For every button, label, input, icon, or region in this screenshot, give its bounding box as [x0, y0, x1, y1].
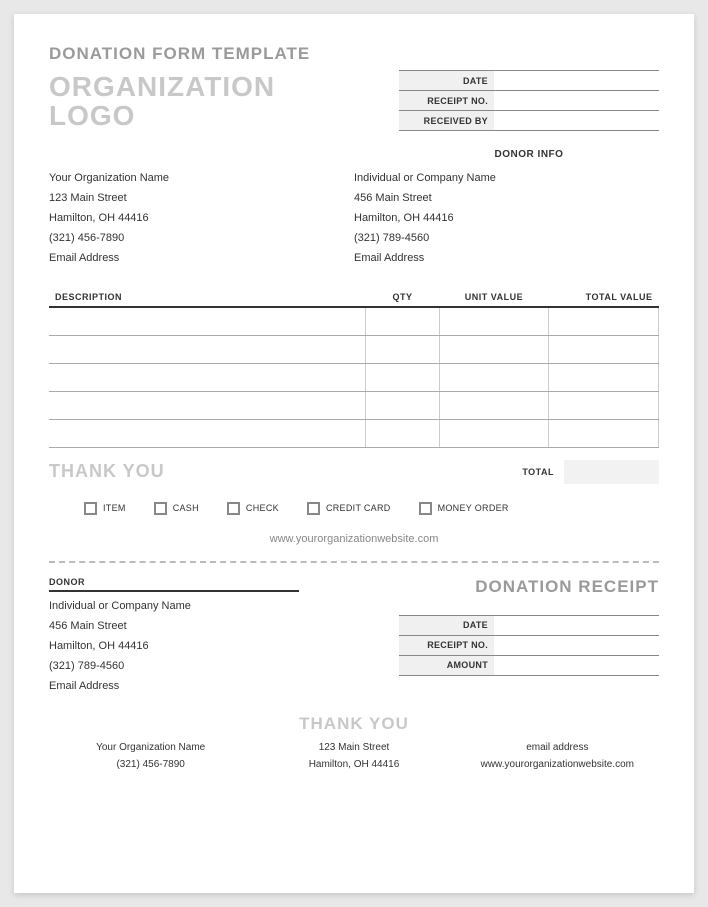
logo-line1: ORGANIZATION — [49, 71, 275, 102]
footer-org-name: Your Organization Name — [49, 742, 252, 753]
payment-option-money-order[interactable]: MONEY ORDER — [419, 502, 509, 515]
donation-form-page: DONATION FORM TEMPLATE ORGANIZATION LOGO… — [14, 14, 694, 893]
org-email: Email Address — [49, 252, 354, 264]
payment-option-credit-card[interactable]: CREDIT CARD — [307, 502, 391, 515]
receipt-donor-city: Hamilton, OH 44416 — [49, 640, 399, 652]
donor-email: Email Address — [354, 252, 659, 264]
total-value-box[interactable] — [564, 460, 659, 484]
donor-phone: (321) 789-4560 — [354, 232, 659, 244]
org-phone: (321) 456-7890 — [49, 232, 354, 244]
receipt-meta-table: DATE RECEIPT NO. AMOUNT — [399, 615, 659, 676]
footer-col-org: Your Organization Name (321) 456-7890 — [49, 742, 252, 776]
received-by-field[interactable] — [494, 111, 659, 131]
payment-option-cash[interactable]: CASH — [154, 502, 199, 515]
donor-street: 456 Main Street — [354, 192, 659, 204]
receipt-amount-label: AMOUNT — [399, 655, 494, 675]
col-unit-value: UNIT VALUE — [439, 288, 549, 307]
donor-city: Hamilton, OH 44416 — [354, 212, 659, 224]
date-label: DATE — [399, 71, 494, 91]
table-row[interactable] — [49, 391, 659, 419]
footer-city: Hamilton, OH 44416 — [252, 759, 455, 770]
address-columns: Your Organization Name 123 Main Street H… — [49, 172, 659, 272]
col-total-value: TOTAL VALUE — [549, 288, 659, 307]
donor-section-label: DONOR — [49, 577, 299, 592]
payment-options: ITEM CASH CHECK CREDIT CARD MONEY ORDER — [84, 502, 659, 515]
footer-col-contact: email address www.yourorganizationwebsit… — [456, 742, 659, 776]
receipt-amount-field[interactable] — [494, 655, 659, 675]
checkbox-icon[interactable] — [154, 502, 167, 515]
table-row[interactable] — [49, 419, 659, 447]
col-qty: QTY — [366, 288, 439, 307]
footer-website: www.yourorganizationwebsite.com — [456, 759, 659, 770]
receipt-header-row: DONOR Individual or Company Name 456 Mai… — [49, 577, 659, 700]
receipt-no-label-2: RECEIPT NO. — [399, 635, 494, 655]
date-field[interactable] — [494, 71, 659, 91]
donor-address-block: Individual or Company Name 456 Main Stre… — [354, 172, 659, 272]
footer-org-phone: (321) 456-7890 — [49, 759, 252, 770]
header-row: ORGANIZATION LOGO DATE RECEIPT NO. RECEI… — [49, 70, 659, 131]
thank-you-center: THANK YOU — [49, 714, 659, 734]
org-street: 123 Main Street — [49, 192, 354, 204]
receipt-donor-street: 456 Main Street — [49, 620, 399, 632]
receipt-donor-phone: (321) 789-4560 — [49, 660, 399, 672]
payment-label: ITEM — [103, 503, 126, 513]
receipt-date-label: DATE — [399, 615, 494, 635]
donor-name: Individual or Company Name — [354, 172, 659, 184]
footer-email: email address — [456, 742, 659, 753]
footer-row: Your Organization Name (321) 456-7890 12… — [49, 742, 659, 776]
receipt-date-field[interactable] — [494, 615, 659, 635]
payment-label: CASH — [173, 503, 199, 513]
receipt-no-field-2[interactable] — [494, 635, 659, 655]
tear-line — [49, 561, 659, 563]
receipt-no-label: RECEIPT NO. — [399, 91, 494, 111]
page-title: DONATION FORM TEMPLATE — [49, 44, 659, 64]
payment-label: MONEY ORDER — [438, 503, 509, 513]
payment-label: CREDIT CARD — [326, 503, 391, 513]
thank-total-row: THANK YOU TOTAL — [49, 460, 659, 484]
line-items-table: DESCRIPTION QTY UNIT VALUE TOTAL VALUE — [49, 288, 659, 448]
receipt-title: DONATION RECEIPT — [399, 577, 659, 597]
total-label: TOTAL — [522, 467, 554, 477]
table-row[interactable] — [49, 335, 659, 363]
donor-info-header: DONOR INFO — [399, 149, 659, 160]
website-text: www.yourorganizationwebsite.com — [49, 533, 659, 545]
org-name: Your Organization Name — [49, 172, 354, 184]
footer-street: 123 Main Street — [252, 742, 455, 753]
table-row[interactable] — [49, 363, 659, 391]
logo-line2: LOGO — [49, 100, 135, 131]
receipt-donor-name: Individual or Company Name — [49, 600, 399, 612]
checkbox-icon[interactable] — [307, 502, 320, 515]
received-by-label: RECEIVED BY — [399, 111, 494, 131]
checkbox-icon[interactable] — [227, 502, 240, 515]
receipt-donor-block: Individual or Company Name 456 Main Stre… — [49, 600, 399, 692]
col-description: DESCRIPTION — [49, 288, 366, 307]
payment-option-check[interactable]: CHECK — [227, 502, 279, 515]
org-address-block: Your Organization Name 123 Main Street H… — [49, 172, 354, 272]
payment-label: CHECK — [246, 503, 279, 513]
payment-option-item[interactable]: ITEM — [84, 502, 126, 515]
meta-table: DATE RECEIPT NO. RECEIVED BY — [399, 70, 659, 131]
org-city: Hamilton, OH 44416 — [49, 212, 354, 224]
footer-col-address: 123 Main Street Hamilton, OH 44416 — [252, 742, 455, 776]
checkbox-icon[interactable] — [84, 502, 97, 515]
thank-you-text: THANK YOU — [49, 461, 165, 482]
receipt-no-field[interactable] — [494, 91, 659, 111]
checkbox-icon[interactable] — [419, 502, 432, 515]
receipt-donor-email: Email Address — [49, 680, 399, 692]
organization-logo-placeholder: ORGANIZATION LOGO — [49, 72, 275, 131]
table-row[interactable] — [49, 307, 659, 335]
